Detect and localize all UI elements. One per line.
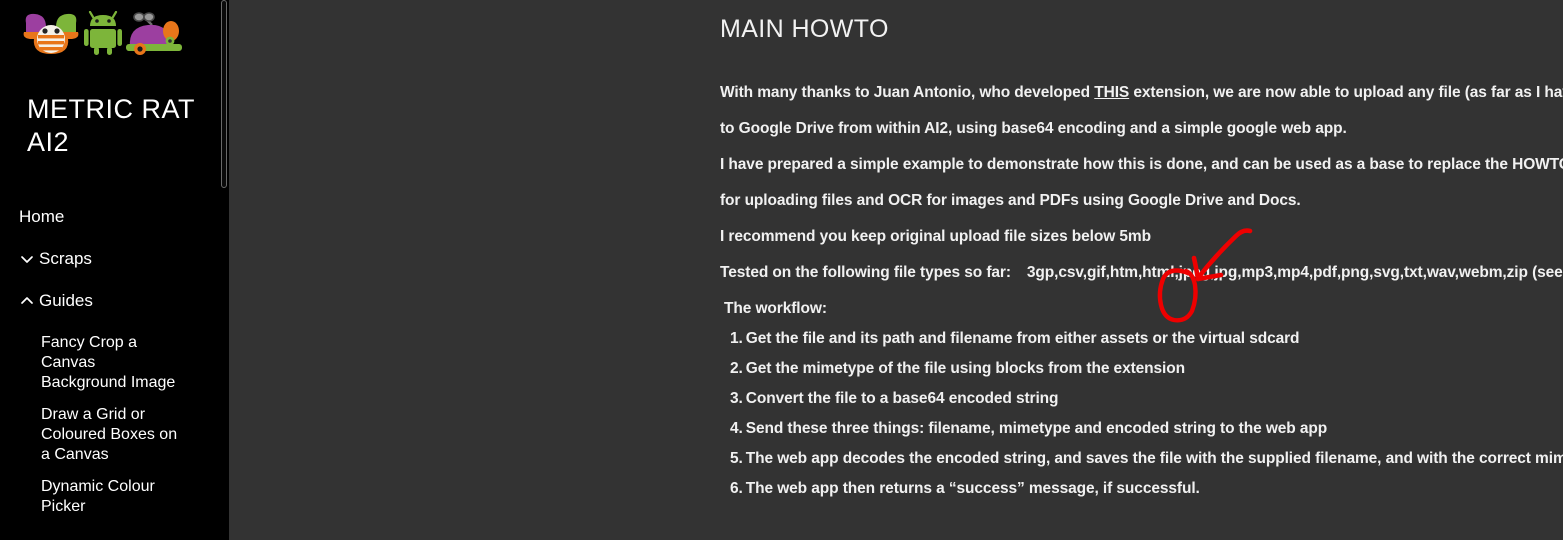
logo-row[interactable] — [0, 0, 229, 60]
sidebar-subitem-fancy-crop[interactable]: Fancy Crop a Canvas Background Image — [0, 333, 195, 393]
workflow-item-text: The web app decodes the encoded string, … — [745, 450, 1563, 467]
rat-car-icon — [126, 11, 184, 60]
sidebar-subitem-dynamic-colour-picker[interactable]: Dynamic Colour Picker — [0, 477, 195, 517]
workflow-item-text: The web app then returns a “success” mes… — [745, 480, 1200, 497]
workflow-item-number: 5. — [730, 450, 743, 467]
workflow-item: 3. Convert the file to a base64 encoded s… — [720, 390, 1563, 408]
workflow-item-text: Convert the file to a base64 encoded str… — [745, 390, 1059, 407]
workflow-item: 1. Get the file and its path and filename… — [720, 330, 1563, 348]
sidebar-item-guides[interactable]: Guides — [0, 279, 229, 321]
page-title: MAIN HOWTO — [720, 15, 889, 43]
sidebar-item-label: Scraps — [39, 248, 92, 268]
workflow-item-number: 3. — [730, 390, 743, 407]
workflow-heading: The workflow: — [724, 300, 827, 317]
workflow-item: 4. Send these three things: filename, mim… — [720, 420, 1563, 438]
chevron-down-icon — [19, 251, 35, 267]
workflow-item-text: Get the mimetype of the file using block… — [745, 360, 1186, 377]
sidebar-subitem-draw-grid[interactable]: Draw a Grid or Coloured Boxes on a Canva… — [0, 405, 195, 465]
paragraph-intro: With many thanks to Juan Antonio, who de… — [720, 84, 1563, 102]
article-body: MAIN HOWTO With many thanks to Juan Anto… — [229, 0, 1563, 498]
paragraph-text-before: With many thanks to Juan Antonio, who de… — [720, 84, 1095, 101]
sidebar-item-scraps[interactable]: Scraps — [0, 237, 229, 279]
paragraph-filetypes: Tested on the following file types so fa… — [720, 264, 1563, 282]
workflow-item-number: 4. — [730, 420, 743, 437]
workflow-item-text: Get the file and its path and filename f… — [745, 330, 1300, 347]
sidebar-scrollbar[interactable] — [221, 0, 227, 540]
paragraph-4: for uploading files and OCR for images a… — [720, 192, 1301, 209]
sidebar-item-label: Home — [19, 206, 65, 226]
sidebar-item-home[interactable]: Home — [0, 195, 229, 237]
filetypes-list: 3gp,csv,gif,htm,html,jpeg,jpg,mp3,mp4,pd… — [1026, 264, 1528, 281]
paragraph-text-after: extension, we are now able to upload any… — [1133, 84, 1563, 101]
workflow-item-number: 6. — [730, 480, 743, 497]
workflow-list: 1. Get the file and its path and filename… — [720, 330, 1563, 498]
workflow-item-text: Send these three things: filename, mimet… — [745, 420, 1328, 437]
workflow-item: 6. The web app then returns a “success” m… — [720, 480, 1563, 498]
paragraph-5: I recommend you keep original upload fil… — [720, 228, 1151, 245]
brand-title: METRIC RAT AI2 — [27, 94, 195, 157]
filetypes-note: (see UPDATE2 below regarding aia & aix f… — [1532, 264, 1563, 281]
workflow-item: 2. Get the mimetype of the file using blo… — [720, 360, 1563, 378]
sidebar-scrollbar-thumb[interactable] — [221, 0, 227, 188]
filetypes-intro: Tested on the following file types so fa… — [720, 264, 1011, 281]
paragraph-3: I have prepared a simple example to demo… — [720, 156, 1563, 173]
sidebar-nav: Home Scraps Guides Fancy Crop a Canvas B… — [0, 159, 229, 517]
page-root: METRIC RAT AI2 Home Scraps Guides Fancy … — [0, 0, 1563, 540]
sidebar: METRIC RAT AI2 Home Scraps Guides Fancy … — [0, 0, 229, 540]
sidebar-item-label: Guides — [39, 290, 93, 310]
workflow-item-number: 1. — [730, 330, 743, 347]
workflow-item: 5. The web app decodes the encoded string… — [720, 450, 1563, 468]
bee-icon — [22, 11, 80, 60]
workflow-item-number: 2. — [730, 360, 743, 377]
this-extension-link[interactable]: THIS — [1094, 84, 1129, 101]
paragraph-2: to Google Drive from within AI2, using b… — [720, 120, 1347, 137]
android-robot-icon — [84, 10, 122, 60]
chevron-up-icon — [19, 293, 35, 309]
main-content: MAIN HOWTO With many thanks to Juan Anto… — [229, 0, 1563, 540]
